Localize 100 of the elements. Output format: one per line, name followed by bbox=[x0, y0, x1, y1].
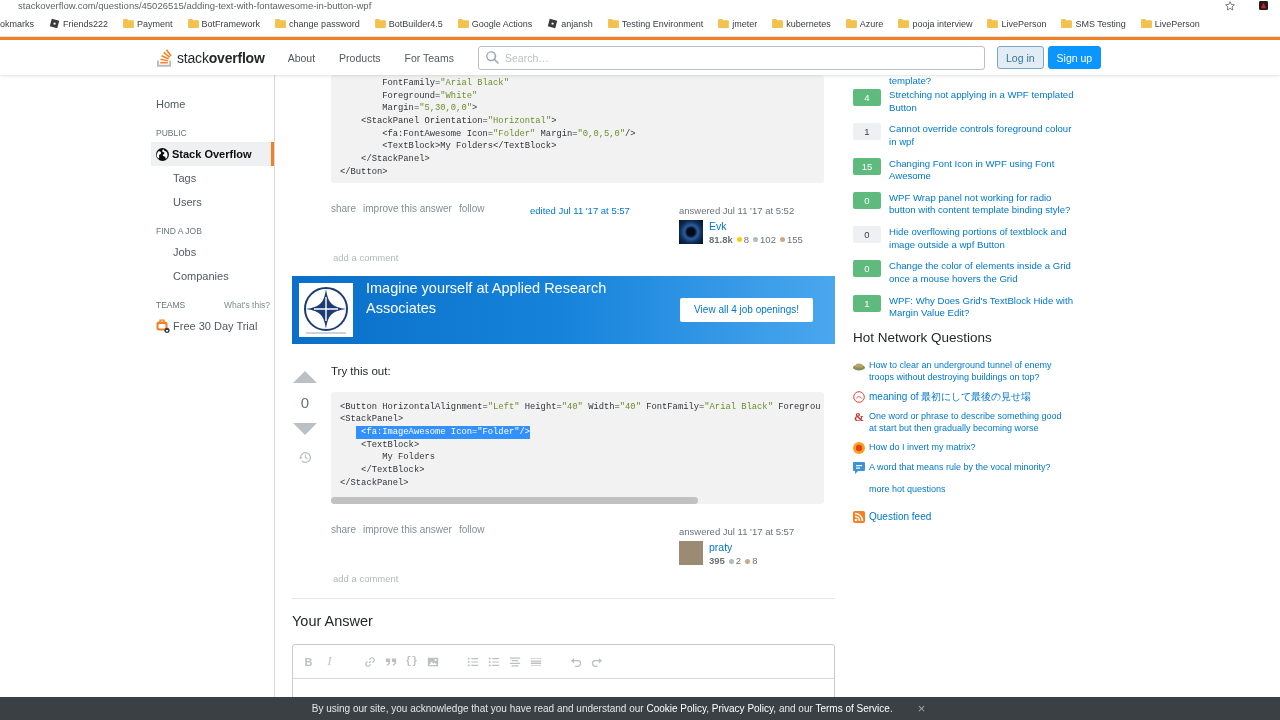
code-line: <StackPanel Orientation="Horizontal"> bbox=[361, 115, 557, 128]
bookmark[interactable]: Azure bbox=[845, 17, 884, 30]
hot-question-link[interactable]: meaning of 最初にして最後の見せ場 bbox=[869, 391, 1032, 404]
bookmark[interactable]: pooja interview bbox=[898, 17, 973, 30]
answer-count: 4 bbox=[853, 89, 881, 106]
bookmark[interactable]: Friends222 bbox=[49, 17, 109, 30]
whats-this-link[interactable]: What's this? bbox=[223, 299, 270, 311]
bookmark[interactable]: BotBuilder4.5 bbox=[374, 17, 443, 30]
related-question-link[interactable]: Cannot override controls foreground colour in wpf bbox=[889, 123, 1077, 149]
code-line: </StackPanel> bbox=[361, 153, 430, 166]
post-menu-link[interactable]: follow bbox=[458, 201, 485, 216]
search-icon bbox=[485, 51, 499, 64]
folder-icon bbox=[374, 19, 386, 28]
avatar-image[interactable] bbox=[679, 219, 703, 244]
history-icon[interactable] bbox=[299, 450, 312, 464]
folder-icon bbox=[772, 19, 784, 28]
edit-history-link[interactable]: edited Jul 11 '17 at 5:57 bbox=[530, 203, 630, 218]
sidebar-link[interactable]: Companies bbox=[151, 264, 274, 288]
policy-link[interactable]: Terms of Service bbox=[815, 703, 890, 714]
code-line: My Folders bbox=[382, 451, 435, 464]
more-questions-link[interactable]: more hot questions bbox=[869, 483, 946, 496]
post-menu-link[interactable]: improve this answer bbox=[363, 201, 452, 216]
code-line: <TextBlock> bbox=[361, 438, 420, 452]
related-question-link[interactable]: WPF Wrap panel not working for radio button with content template binding style? bbox=[889, 191, 1077, 217]
vote-count: 0 bbox=[299, 392, 311, 413]
related-question-link[interactable]: Change the color of elements inside a Grid once a mouse hovers the Grid bbox=[889, 260, 1077, 286]
bookmark[interactable]: Testing Environment bbox=[607, 17, 704, 30]
app-icon[interactable] bbox=[1259, 1, 1268, 10]
login-button[interactable]: Log in bbox=[996, 46, 1044, 69]
sidebar-link[interactable]: Home bbox=[151, 92, 274, 116]
related-question-link[interactable]: Hide overflowing portions of textblock and image outside a wpf Button bbox=[889, 226, 1077, 252]
hot-question-link[interactable]: A word that means rule by the vocal minority? bbox=[869, 462, 1051, 474]
related-question-link[interactable]: WPF: Why Does Grid's TextBlock Hide with Margin Value Edit? bbox=[889, 294, 1077, 320]
bookmark[interactable]: BotFramework bbox=[187, 17, 261, 30]
hot-question-link[interactable]: How to clear an underground tunnel of enemy troops without destroying buildings on top? bbox=[869, 360, 1065, 384]
nav-link[interactable]: For Teams bbox=[392, 45, 466, 70]
bookmark[interactable]: Payment bbox=[123, 17, 173, 30]
user-name-link[interactable]: Evk bbox=[709, 219, 727, 233]
redo-icon bbox=[590, 655, 603, 668]
post-menu-link[interactable]: follow bbox=[458, 523, 485, 538]
bulleted-list-icon bbox=[487, 655, 500, 668]
hot-question-link[interactable]: How do I invert my matrix? bbox=[869, 442, 976, 454]
badge-count: 8 bbox=[743, 233, 750, 246]
search-field[interactable]: Search… bbox=[477, 45, 985, 70]
bookmark[interactable]: LivePerson bbox=[1140, 17, 1200, 30]
answer-count: 1 bbox=[853, 123, 881, 141]
speech-bubble-icon bbox=[853, 462, 865, 476]
related-question-link[interactable]: template? bbox=[889, 75, 932, 87]
post-menu-link[interactable]: share bbox=[331, 201, 356, 216]
sidebar-link[interactable]: Free 30 Day Trial bbox=[151, 314, 274, 338]
answer-text: Try this out: bbox=[331, 363, 391, 379]
folder-icon bbox=[1140, 19, 1152, 28]
sidebar-link[interactable]: Stack Overflow bbox=[151, 142, 274, 166]
bookmark[interactable]: Google Actions bbox=[457, 17, 533, 30]
signup-button[interactable]: Sign up bbox=[1047, 46, 1102, 69]
post-menu-link[interactable]: improve this answer bbox=[363, 523, 452, 538]
bookmark[interactable]: LivePerson bbox=[987, 17, 1047, 30]
job-openings-button[interactable]: View all 4 job openings! bbox=[680, 297, 813, 322]
sidebar-link[interactable]: Tags bbox=[151, 166, 274, 190]
sidebar-link[interactable]: Jobs bbox=[151, 240, 274, 264]
hot-question-link[interactable]: One word or phrase to describe something good at start but then gradually becoming worse bbox=[869, 411, 1065, 435]
post-menu-link[interactable]: share bbox=[331, 523, 356, 538]
bookmark[interactable]: SMS Testing bbox=[1061, 17, 1126, 30]
close-button[interactable]: × bbox=[914, 702, 929, 715]
section-heading: Hot Network Questions bbox=[853, 329, 992, 348]
star-icon[interactable] bbox=[1225, 0, 1235, 11]
nav-link[interactable]: About bbox=[275, 45, 328, 70]
undo-icon bbox=[569, 655, 582, 668]
ampersand-icon: & bbox=[853, 411, 865, 424]
code-line: Foreground="White" bbox=[382, 89, 478, 103]
ad-headline: Imagine yourself at Applied Research Associates bbox=[366, 278, 608, 318]
site-logo[interactable]: stackoverflow bbox=[157, 44, 265, 71]
down-arrow-icon[interactable] bbox=[293, 422, 317, 435]
nav-link[interactable]: Products bbox=[327, 45, 393, 70]
bookmark[interactable]: jmeter bbox=[718, 17, 758, 30]
bookmark[interactable]: kubernetes bbox=[772, 17, 831, 30]
sidebar-link[interactable]: Users bbox=[151, 190, 274, 214]
scrollbar-thumb[interactable] bbox=[331, 497, 698, 505]
reputation-score: 81.8k bbox=[709, 233, 733, 246]
badge-count: 8 bbox=[752, 555, 758, 568]
question-feed-link[interactable]: Question feed bbox=[853, 510, 932, 524]
bookmark[interactable]: anjansh bbox=[547, 17, 593, 30]
folder-icon bbox=[1061, 19, 1073, 28]
address-bar-url[interactable]: stackoverflow.com/questions/45026515/adding-text-with-fontawesome-in-button-wpf bbox=[18, 0, 372, 11]
briefcase-icon bbox=[156, 319, 170, 333]
user-name-link[interactable]: praty bbox=[709, 541, 733, 555]
folder-icon bbox=[845, 19, 857, 28]
code-line: <fa:FontAwesome Icon="Folder" Margin="0,0,5,0"/> bbox=[382, 127, 636, 141]
folder-icon bbox=[187, 19, 199, 28]
folder-icon bbox=[123, 19, 135, 28]
section-heading: TEAMS bbox=[156, 299, 186, 311]
related-question-link[interactable]: Stretching not applying in a WPF templated Button bbox=[889, 89, 1077, 114]
photo-placeholder[interactable] bbox=[679, 541, 703, 566]
answer-count: 0 bbox=[853, 260, 881, 278]
sun-icon bbox=[853, 442, 865, 455]
bookmark[interactable]: okmarks bbox=[0, 17, 34, 30]
related-question-link[interactable]: Changing Font Icon in WPF using Font Awesome bbox=[889, 157, 1077, 183]
bookmark[interactable]: change password bbox=[275, 17, 360, 30]
up-arrow-icon[interactable] bbox=[293, 370, 317, 383]
badge-count: 155 bbox=[786, 233, 803, 246]
